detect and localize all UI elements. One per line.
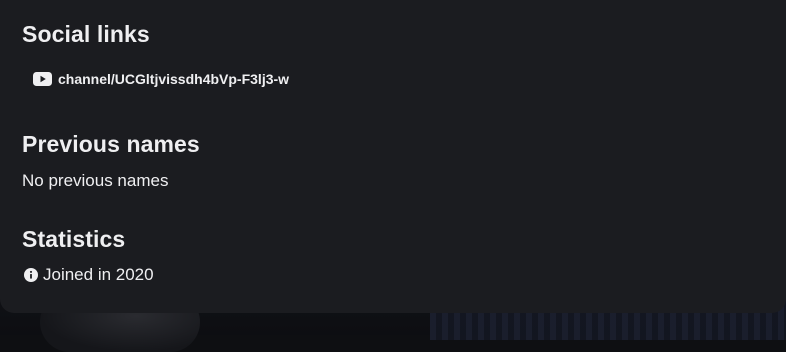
youtube-channel-link-text: channel/UCGltjvissdh4bVp-F3lj3-w xyxy=(58,71,290,87)
statistics-title: Statistics xyxy=(22,226,126,252)
no-previous-names-text: No previous names xyxy=(22,171,169,190)
previous-names-title: Previous names xyxy=(22,131,200,157)
joined-stat: Joined in 2020 xyxy=(24,265,154,285)
youtube-channel-link[interactable]: channel/UCGltjvissdh4bVp-F3lj3-w xyxy=(33,71,289,87)
about-panel: Social links channel/UCGltjvissdh4bVp-F3… xyxy=(0,0,786,313)
joined-stat-text: Joined in 2020 xyxy=(43,265,154,284)
info-icon xyxy=(24,268,38,282)
youtube-icon xyxy=(33,72,52,86)
social-links-title: Social links xyxy=(22,21,150,47)
